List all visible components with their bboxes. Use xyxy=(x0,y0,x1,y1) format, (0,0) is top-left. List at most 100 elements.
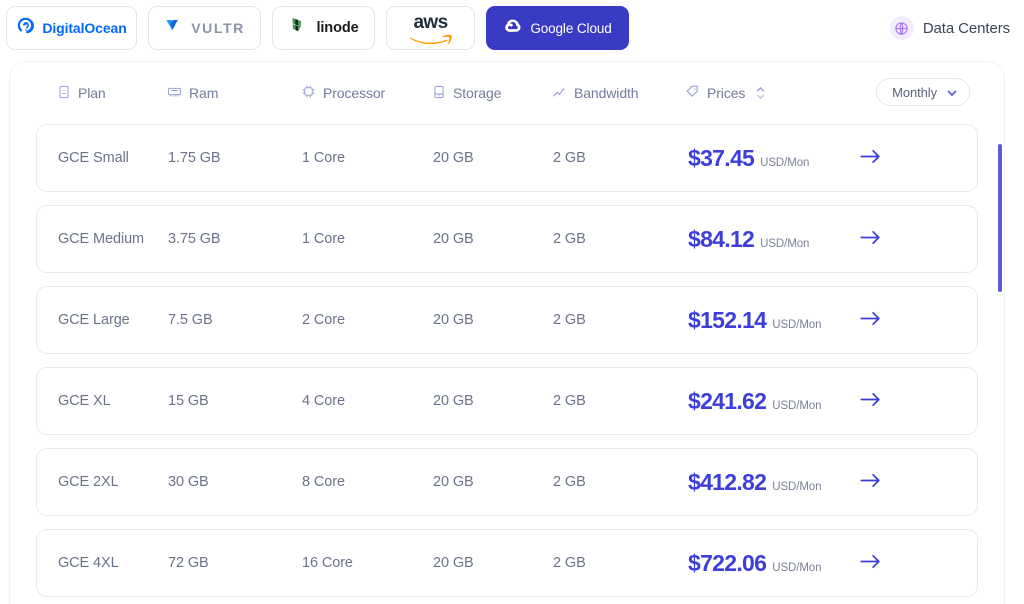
table-row[interactable]: GCE 4XL72 GB16 Core20 GB2 GB$722.06USD/M… xyxy=(36,529,978,597)
hard-drive-icon xyxy=(432,85,446,102)
cell-bandwidth: 2 GB xyxy=(553,555,686,571)
provider-tab-label: linode xyxy=(316,20,358,36)
cell-price: $84.12USD/Mon xyxy=(686,226,856,253)
cell-plan: GCE 4XL xyxy=(37,555,168,571)
provider-tab-label: aws xyxy=(413,13,447,32)
cell-bandwidth: 2 GB xyxy=(553,393,686,409)
table-header-row: Plan Ram xyxy=(36,62,978,124)
price-tag-icon xyxy=(685,84,700,102)
cell-ram: 3.75 GB xyxy=(168,231,302,247)
provider-tab-label: DigitalOcean xyxy=(42,20,126,36)
cell-processor: 2 Core xyxy=(302,312,433,328)
price-amount: $241.62 xyxy=(688,388,766,415)
provider-tab-digitalocean[interactable]: DigitalOcean xyxy=(6,6,137,50)
panel-scrollbar-thumb[interactable] xyxy=(998,144,1002,292)
data-centers-label: Data Centers xyxy=(923,20,1010,37)
cell-storage: 20 GB xyxy=(433,231,553,247)
price-unit: USD/Mon xyxy=(760,157,809,169)
provider-tab-list: DigitalOcean VULTR xyxy=(6,6,629,50)
cell-storage: 20 GB xyxy=(433,555,553,571)
server-document-icon xyxy=(57,85,71,102)
column-header-bandwidth[interactable]: Bandwidth xyxy=(552,84,685,102)
row-action-button[interactable] xyxy=(856,311,926,330)
column-header-storage[interactable]: Storage xyxy=(432,85,552,102)
price-amount: $722.06 xyxy=(688,550,766,577)
price-unit: USD/Mon xyxy=(772,481,821,493)
column-header-ram[interactable]: Ram xyxy=(167,84,301,102)
provider-tab-vultr[interactable]: VULTR xyxy=(148,6,261,50)
cell-price: $722.06 USD/Mon xyxy=(686,550,856,577)
cell-bandwidth: 2 GB xyxy=(553,150,686,166)
arrow-right-icon xyxy=(860,392,881,411)
provider-tab-google-cloud[interactable]: Google Cloud xyxy=(486,6,629,50)
cell-processor: 8 Core xyxy=(302,474,433,490)
vultr-logo-icon xyxy=(164,16,184,41)
cell-storage: 20 GB xyxy=(433,474,553,490)
cell-price: $152.14USD/Mon xyxy=(686,307,856,334)
column-header-processor[interactable]: Processor xyxy=(301,84,432,102)
cell-ram: 30 GB xyxy=(168,474,302,490)
trending-line-icon xyxy=(552,84,567,102)
arrow-right-icon xyxy=(860,149,881,168)
arrow-right-icon xyxy=(860,554,881,573)
cell-bandwidth: 2 GB xyxy=(553,312,686,328)
provider-tab-label: VULTR xyxy=(191,20,245,36)
memory-chip-icon xyxy=(167,84,182,102)
panel-scrollbar-track[interactable] xyxy=(998,144,1002,604)
cell-ram: 7.5 GB xyxy=(168,312,302,328)
table-row[interactable]: GCE Small1.75 GB1 Core20 GB2 GB$37.45USD… xyxy=(36,124,978,192)
row-action-button[interactable] xyxy=(856,392,926,411)
cell-plan: GCE Medium xyxy=(37,231,168,247)
pricing-page: DigitalOcean VULTR xyxy=(0,0,1024,604)
column-header-label: Plan xyxy=(78,85,106,101)
price-unit: USD/Mon xyxy=(772,562,821,574)
arrow-right-icon xyxy=(860,230,881,249)
cell-price: $37.45 USD/Mon xyxy=(686,145,856,172)
cell-processor: 4 Core xyxy=(302,393,433,409)
column-header-prices[interactable]: Prices xyxy=(685,84,855,102)
row-action-button[interactable] xyxy=(856,230,926,249)
price-amount: $412.82 xyxy=(688,469,766,496)
arrow-right-icon xyxy=(860,311,881,330)
row-action-button[interactable] xyxy=(856,554,926,573)
price-unit: USD/Mon xyxy=(760,238,809,250)
column-header-label: Processor xyxy=(323,85,385,101)
billing-period-select[interactable]: Monthly xyxy=(876,78,970,106)
price-amount: $37.45 xyxy=(688,145,754,172)
plan-row-list: GCE Small1.75 GB1 Core20 GB2 GB$37.45USD… xyxy=(36,124,978,597)
chevron-up-icon xyxy=(756,87,765,92)
column-header-plan[interactable]: Plan xyxy=(36,85,167,102)
column-header-label: Prices xyxy=(707,85,745,101)
cell-processor: 1 Core xyxy=(302,150,433,166)
digitalocean-logo-icon xyxy=(16,16,35,40)
provider-tabbar: DigitalOcean VULTR xyxy=(0,0,1024,56)
sort-toggle-prices[interactable] xyxy=(756,87,765,99)
pricing-panel-inner: Plan Ram xyxy=(10,62,1004,597)
table-row[interactable]: GCE XL15 GB4 Core20 GB2 GB$241.62USD/Mon xyxy=(36,367,978,435)
cpu-chip-icon xyxy=(301,84,316,102)
row-action-button[interactable] xyxy=(856,149,926,168)
price-unit: USD/Mon xyxy=(772,319,821,331)
cell-storage: 20 GB xyxy=(433,312,553,328)
billing-period-value: Monthly xyxy=(892,85,937,100)
column-header-label: Ram xyxy=(189,85,218,101)
data-centers-button[interactable]: Data Centers xyxy=(890,16,1016,40)
cell-bandwidth: 2 GB xyxy=(553,231,686,247)
price-unit: USD/Mon xyxy=(772,400,821,412)
provider-tab-linode[interactable]: linode xyxy=(272,6,375,50)
cell-plan: GCE 2XL xyxy=(37,474,168,490)
table-row[interactable]: GCE 2XL30 GB8 Core20 GB2 GB$412.82USD/Mo… xyxy=(36,448,978,516)
google-cloud-logo-icon xyxy=(503,16,523,41)
cell-plan: GCE XL xyxy=(37,393,168,409)
row-action-button[interactable] xyxy=(856,473,926,492)
pricing-panel: Plan Ram xyxy=(10,62,1004,604)
table-row[interactable]: GCE Medium3.75 GB1 Core20 GB2 GB$84.12US… xyxy=(36,205,978,273)
chevron-down-icon xyxy=(947,83,957,101)
cell-ram: 15 GB xyxy=(168,393,302,409)
provider-tab-aws[interactable]: aws xyxy=(386,6,475,50)
aws-logo-icon: aws xyxy=(409,13,453,44)
cell-processor: 1 Core xyxy=(302,231,433,247)
provider-tab-label: Google Cloud xyxy=(530,21,611,36)
table-row[interactable]: GCE Large7.5 GB2 Core20 GB2 GB$152.14USD… xyxy=(36,286,978,354)
chevron-down-icon xyxy=(756,94,765,99)
